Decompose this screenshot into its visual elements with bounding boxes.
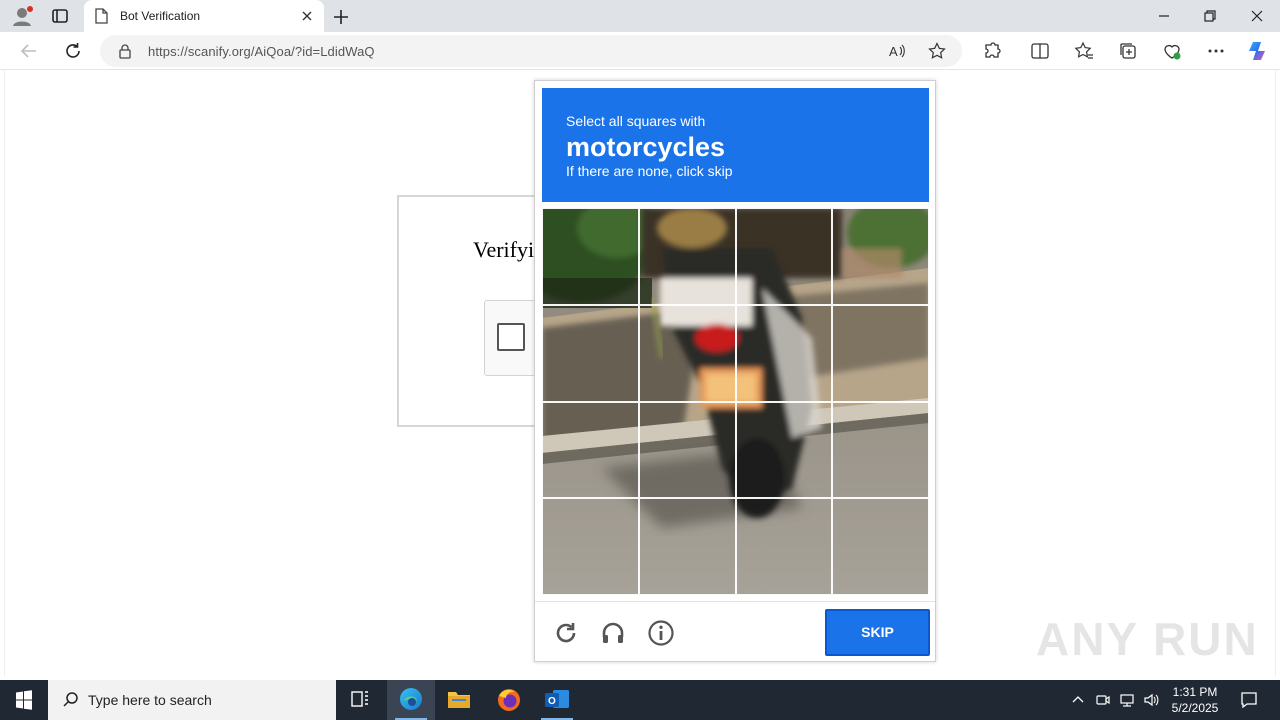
grid-tile[interactable] xyxy=(542,498,639,595)
edge-icon xyxy=(400,688,422,710)
meet-now-icon[interactable] xyxy=(1095,692,1111,708)
outlook-icon: O xyxy=(545,690,569,708)
url-text[interactable]: https://scanify.org/AiQoa/?id=LdidWaQ xyxy=(148,44,375,59)
lock-icon[interactable] xyxy=(118,43,132,59)
grid-tile[interactable] xyxy=(542,304,639,402)
grid-tile[interactable] xyxy=(542,208,639,305)
search-icon xyxy=(62,691,80,709)
task-view-icon xyxy=(351,691,368,707)
close-tab-icon[interactable] xyxy=(300,9,314,23)
notifications-icon[interactable] xyxy=(1239,690,1259,710)
challenge-hint: If there are none, click skip xyxy=(566,163,733,179)
svg-text:A: A xyxy=(889,44,898,59)
task-view-button[interactable] xyxy=(336,680,384,720)
minimize-icon[interactable] xyxy=(1156,8,1172,24)
grid-tile[interactable] xyxy=(542,401,639,499)
extensions-icon[interactable] xyxy=(982,41,1002,61)
close-window-icon[interactable] xyxy=(1249,8,1265,24)
captcha-challenge-popup: Select all squares with motorcycles If t… xyxy=(534,80,936,662)
grid-tile[interactable] xyxy=(832,401,929,499)
anyrun-watermark: ANY RUN xyxy=(1036,613,1259,665)
grid-tile[interactable] xyxy=(832,498,929,595)
browser-tab[interactable]: Bot Verification xyxy=(84,0,324,32)
verify-title: Verifyi xyxy=(473,237,535,262)
info-icon[interactable] xyxy=(647,619,675,647)
browser-essentials-icon[interactable] xyxy=(1162,41,1182,61)
recaptcha-checkbox[interactable] xyxy=(497,323,525,351)
firefox-button[interactable] xyxy=(485,680,533,720)
audio-challenge-icon[interactable] xyxy=(599,619,627,647)
volume-icon[interactable] xyxy=(1143,692,1159,708)
grid-tile[interactable] xyxy=(735,208,833,305)
challenge-instruction: Select all squares with xyxy=(566,113,706,129)
grid-tile[interactable] xyxy=(832,208,929,305)
challenge-image-grid xyxy=(542,208,929,595)
skip-button[interactable]: SKIP xyxy=(825,609,930,656)
grid-tile[interactable] xyxy=(638,401,736,499)
reload-challenge-icon[interactable] xyxy=(552,619,580,647)
firefox-icon xyxy=(498,689,520,711)
page-icon xyxy=(94,8,108,24)
read-aloud-icon[interactable]: A xyxy=(888,42,906,60)
browser-title-bar: Bot Verification xyxy=(0,0,1280,32)
restore-icon[interactable] xyxy=(1202,8,1218,24)
grid-tile[interactable] xyxy=(638,304,736,402)
split-screen-icon[interactable] xyxy=(1030,41,1050,61)
copilot-icon[interactable] xyxy=(1246,39,1270,63)
show-hidden-icons-icon[interactable] xyxy=(1070,692,1086,708)
url-path: /AiQoa/?id=LdidWaQ xyxy=(250,44,375,59)
windows-logo-icon xyxy=(16,690,32,710)
network-icon[interactable] xyxy=(1119,692,1135,708)
back-arrow-icon[interactable] xyxy=(18,40,40,62)
collections-icon[interactable] xyxy=(1118,41,1138,61)
challenge-footer: SKIP xyxy=(535,601,935,661)
tab-title: Bot Verification xyxy=(120,9,201,23)
start-button[interactable] xyxy=(0,680,48,720)
url-domain: https://scanify.org xyxy=(148,44,251,59)
grid-tile[interactable] xyxy=(832,304,929,402)
windows-taskbar: Type here to search O 1:31 PM 5/2/2025 xyxy=(0,680,1280,720)
clock-date: 5/2/2025 xyxy=(1171,701,1219,715)
reload-icon[interactable] xyxy=(62,40,84,62)
svg-text:O: O xyxy=(548,696,556,707)
clock-time: 1:31 PM xyxy=(1172,685,1218,699)
workspaces-icon[interactable] xyxy=(46,4,74,28)
grid-tile[interactable] xyxy=(638,208,736,305)
outlook-button[interactable]: O xyxy=(533,680,581,720)
search-placeholder: Type here to search xyxy=(88,692,212,708)
folder-icon xyxy=(448,692,470,708)
favorite-star-icon[interactable] xyxy=(928,42,946,60)
more-options-icon[interactable] xyxy=(1206,41,1226,61)
grid-tile[interactable] xyxy=(735,304,833,402)
grid-tile[interactable] xyxy=(735,401,833,499)
file-explorer-button[interactable] xyxy=(435,680,483,720)
address-bar[interactable]: https://scanify.org/AiQoa/?id=LdidWaQ A xyxy=(100,35,962,67)
challenge-target: motorcycles xyxy=(566,132,726,162)
favorites-icon[interactable] xyxy=(1074,41,1094,61)
profile-icon[interactable] xyxy=(8,4,36,28)
browser-toolbar: https://scanify.org/AiQoa/?id=LdidWaQ A xyxy=(0,32,1280,70)
edge-taskbar-button[interactable] xyxy=(387,680,435,720)
taskbar-search[interactable]: Type here to search xyxy=(48,680,336,720)
grid-tile[interactable] xyxy=(735,498,833,595)
new-tab-icon[interactable] xyxy=(330,6,352,28)
challenge-header: Select all squares with motorcycles If t… xyxy=(542,88,929,202)
grid-tile[interactable] xyxy=(638,498,736,595)
taskbar-clock[interactable]: 1:31 PM 5/2/2025 xyxy=(1160,684,1230,716)
